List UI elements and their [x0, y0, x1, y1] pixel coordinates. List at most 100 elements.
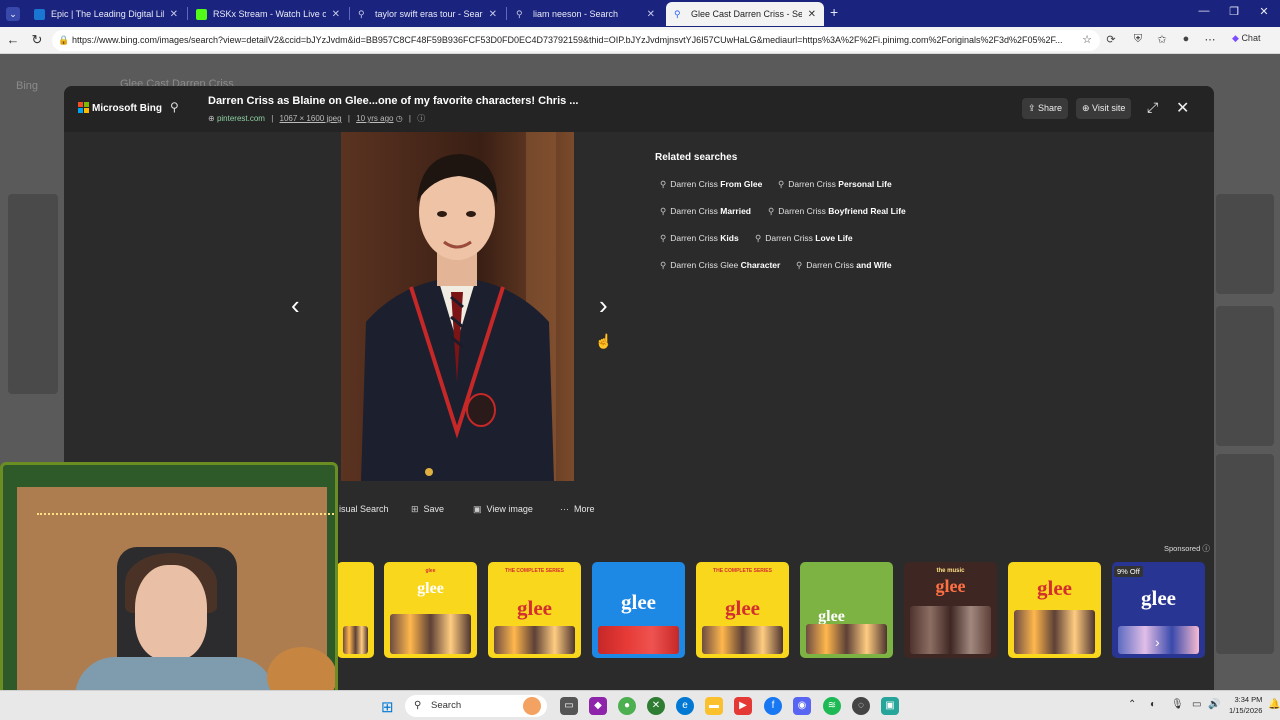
product-card[interactable]: glee — [800, 562, 893, 658]
product-card[interactable]: THE COMPLETE SERIES glee — [696, 562, 789, 658]
copilot-app-icon[interactable]: ◆ — [589, 697, 607, 715]
main-image[interactable] — [341, 132, 574, 481]
product-card[interactable]: glee — [592, 562, 685, 658]
file-explorer-icon[interactable]: ▬ — [705, 697, 723, 715]
volume-icon[interactable]: 🔊 — [1208, 699, 1220, 710]
refresh-icon[interactable]: ↻ — [28, 32, 46, 48]
globe-icon: ⊕ — [208, 114, 217, 123]
expand-icon[interactable]: ⤢ — [1147, 99, 1158, 116]
spotify-icon[interactable]: ≋ — [823, 697, 841, 715]
brand-name[interactable]: Microsoft Bing — [92, 103, 162, 114]
view-image-label: View image — [486, 504, 533, 514]
product-card[interactable]: glee glee — [384, 562, 477, 658]
background-thumbnail — [1216, 194, 1274, 294]
view-image-button[interactable]: ▣ View image — [473, 504, 533, 515]
network-icon[interactable]: ▭ — [1192, 699, 1201, 710]
info-icon[interactable]: ⓘ — [417, 114, 425, 123]
new-tab-button[interactable]: + — [830, 4, 838, 20]
previous-image-icon[interactable]: ‹ — [291, 290, 300, 321]
related-search-link[interactable]: ⚲ Darren Criss Love Life — [755, 233, 853, 244]
obs-icon[interactable]: ◌ — [852, 697, 870, 715]
chrome-icon[interactable]: ● — [618, 697, 636, 715]
chat-button[interactable]: ◆ Chat — [1232, 33, 1260, 44]
modal-header: Microsoft Bing ⚲ Darren Criss as Blaine … — [64, 86, 1214, 132]
favorite-star-icon[interactable]: ☆ — [1079, 33, 1095, 46]
related-search-link[interactable]: ⚲ Darren Criss Kids — [660, 233, 739, 244]
product-card[interactable]: the music glee — [904, 562, 997, 658]
windows-start-icon[interactable]: ⊞ — [381, 698, 394, 716]
visit-site-button[interactable]: ⊕ Visit site — [1076, 98, 1132, 119]
next-image-icon[interactable]: › — [599, 290, 608, 321]
related-search-link[interactable]: ⚲ Darren Criss Married — [660, 206, 751, 217]
product-top-text: THE COMPLETE SERIES — [505, 568, 564, 574]
search-favicon-icon: ⚲ — [674, 8, 681, 19]
product-card[interactable] — [337, 562, 374, 658]
visual-search-button[interactable]: isual Search — [339, 504, 389, 514]
clock-date: 1/15/2026 — [1229, 706, 1263, 715]
image-source-link[interactable]: pinterest.com — [217, 114, 265, 123]
facebook-icon[interactable]: f — [764, 697, 782, 715]
close-tab-icon[interactable]: ✕ — [489, 9, 497, 20]
share-button[interactable]: ⇪ Share — [1022, 98, 1069, 119]
tray-chevron-icon[interactable]: ⌃ — [1128, 699, 1136, 710]
related-search-link[interactable]: ⚲ Darren Criss Glee Character — [660, 260, 780, 271]
discord-icon[interactable]: ◉ — [793, 697, 811, 715]
task-view-icon[interactable]: ▭ — [560, 697, 578, 715]
webcam-feed — [17, 487, 335, 704]
related-search-link[interactable]: ⚲ Darren Criss Boyfriend Real Life — [768, 206, 906, 217]
carousel-next-icon[interactable]: › — [1155, 634, 1160, 650]
notification-icon[interactable]: 🔔 — [1268, 699, 1280, 710]
minimize-icon[interactable]: — — [1194, 5, 1214, 17]
url-field[interactable]: 🔒 https://www.bing.com/images/search?vie… — [52, 30, 1100, 51]
product-logo-text: glee — [935, 576, 966, 596]
image-title[interactable]: Darren Criss as Blaine on Glee...one of … — [208, 95, 578, 107]
copilot-icon: ◆ — [1232, 33, 1239, 43]
search-icon[interactable]: ⚲ — [170, 100, 179, 114]
profile-avatar-icon[interactable]: ● — [1178, 33, 1194, 45]
more-menu-icon[interactable]: ⋯ — [1202, 33, 1218, 46]
close-icon[interactable]: ✕ — [1176, 98, 1189, 118]
microphone-icon[interactable]: 🎙 — [1171, 699, 1184, 710]
close-tab-icon[interactable]: ✕ — [647, 9, 655, 20]
product-top-text: glee — [425, 568, 436, 574]
related-search-link[interactable]: ⚲ Darren Criss Personal Life — [778, 179, 892, 190]
more-button[interactable]: ⋯ More — [560, 504, 595, 515]
save-button[interactable]: ⊞ Save — [411, 504, 444, 515]
restore-icon[interactable]: ❐ — [1224, 5, 1244, 18]
product-art — [343, 626, 368, 654]
search-favicon-icon: ⚲ — [516, 8, 523, 19]
app-icon[interactable]: ▣ — [881, 697, 899, 715]
tab-liam-neeson[interactable]: ⚲ liam neeson - Search ✕ — [508, 2, 663, 26]
tab-glee-search[interactable]: ⚲ Glee Cast Darren Criss - Search Im ✕ — [666, 2, 824, 26]
favorites-icon[interactable]: ✩ — [1154, 33, 1170, 46]
info-icon[interactable]: ⓘ — [1202, 544, 1210, 553]
shield-icon[interactable]: ⛨ — [1130, 33, 1146, 46]
discount-badge: 9% Off — [1114, 566, 1143, 577]
edge-icon[interactable]: e — [676, 697, 694, 715]
tab-taylor-swift[interactable]: ⚲ taylor swift eras tour - Search ✕ — [350, 2, 505, 26]
tab-actions-icon[interactable]: ⌄ — [6, 7, 20, 21]
product-card[interactable]: THE COMPLETE SERIES glee — [488, 562, 581, 658]
related-search-link[interactable]: ⚲ Darren Criss and Wife — [796, 260, 892, 271]
extension-icon[interactable]: ⟳ — [1103, 33, 1119, 46]
product-art — [494, 626, 575, 654]
xbox-icon[interactable]: ✕ — [647, 697, 665, 715]
product-art — [1014, 610, 1095, 654]
youtube-icon[interactable]: ▶ — [734, 697, 752, 715]
image-age: 10 yrs ago — [356, 114, 394, 123]
back-icon[interactable]: ← — [4, 32, 22, 47]
search-icon: ⚲ — [768, 206, 775, 216]
close-tab-icon[interactable]: ✕ — [170, 9, 178, 20]
widget-icon[interactable] — [523, 697, 541, 715]
close-tab-icon[interactable]: ✕ — [332, 9, 340, 20]
product-card[interactable]: glee — [1008, 562, 1101, 658]
close-window-icon[interactable]: ✕ — [1254, 5, 1274, 18]
taskbar: ⊞ ⚲ Search ▭ ◆ ● ✕ e ▬ ▶ f ◉ ≋ ◌ ▣ ⌃ ◐ 🎙… — [0, 690, 1280, 720]
tab-epic[interactable]: Epic | The Leading Digital Library f ✕ — [26, 2, 186, 26]
system-clock[interactable]: 3:34 PM 1/15/2026 — [1229, 694, 1262, 716]
tray-app-icon[interactable]: ◐ — [1150, 699, 1156, 710]
close-tab-icon[interactable]: ✕ — [808, 9, 816, 20]
tab-kick[interactable]: RSKx Stream - Watch Live on Kick ✕ — [188, 2, 348, 26]
related-search-link[interactable]: ⚲ Darren Criss From Glee — [660, 179, 762, 190]
darren-criss-photo — [341, 132, 574, 481]
